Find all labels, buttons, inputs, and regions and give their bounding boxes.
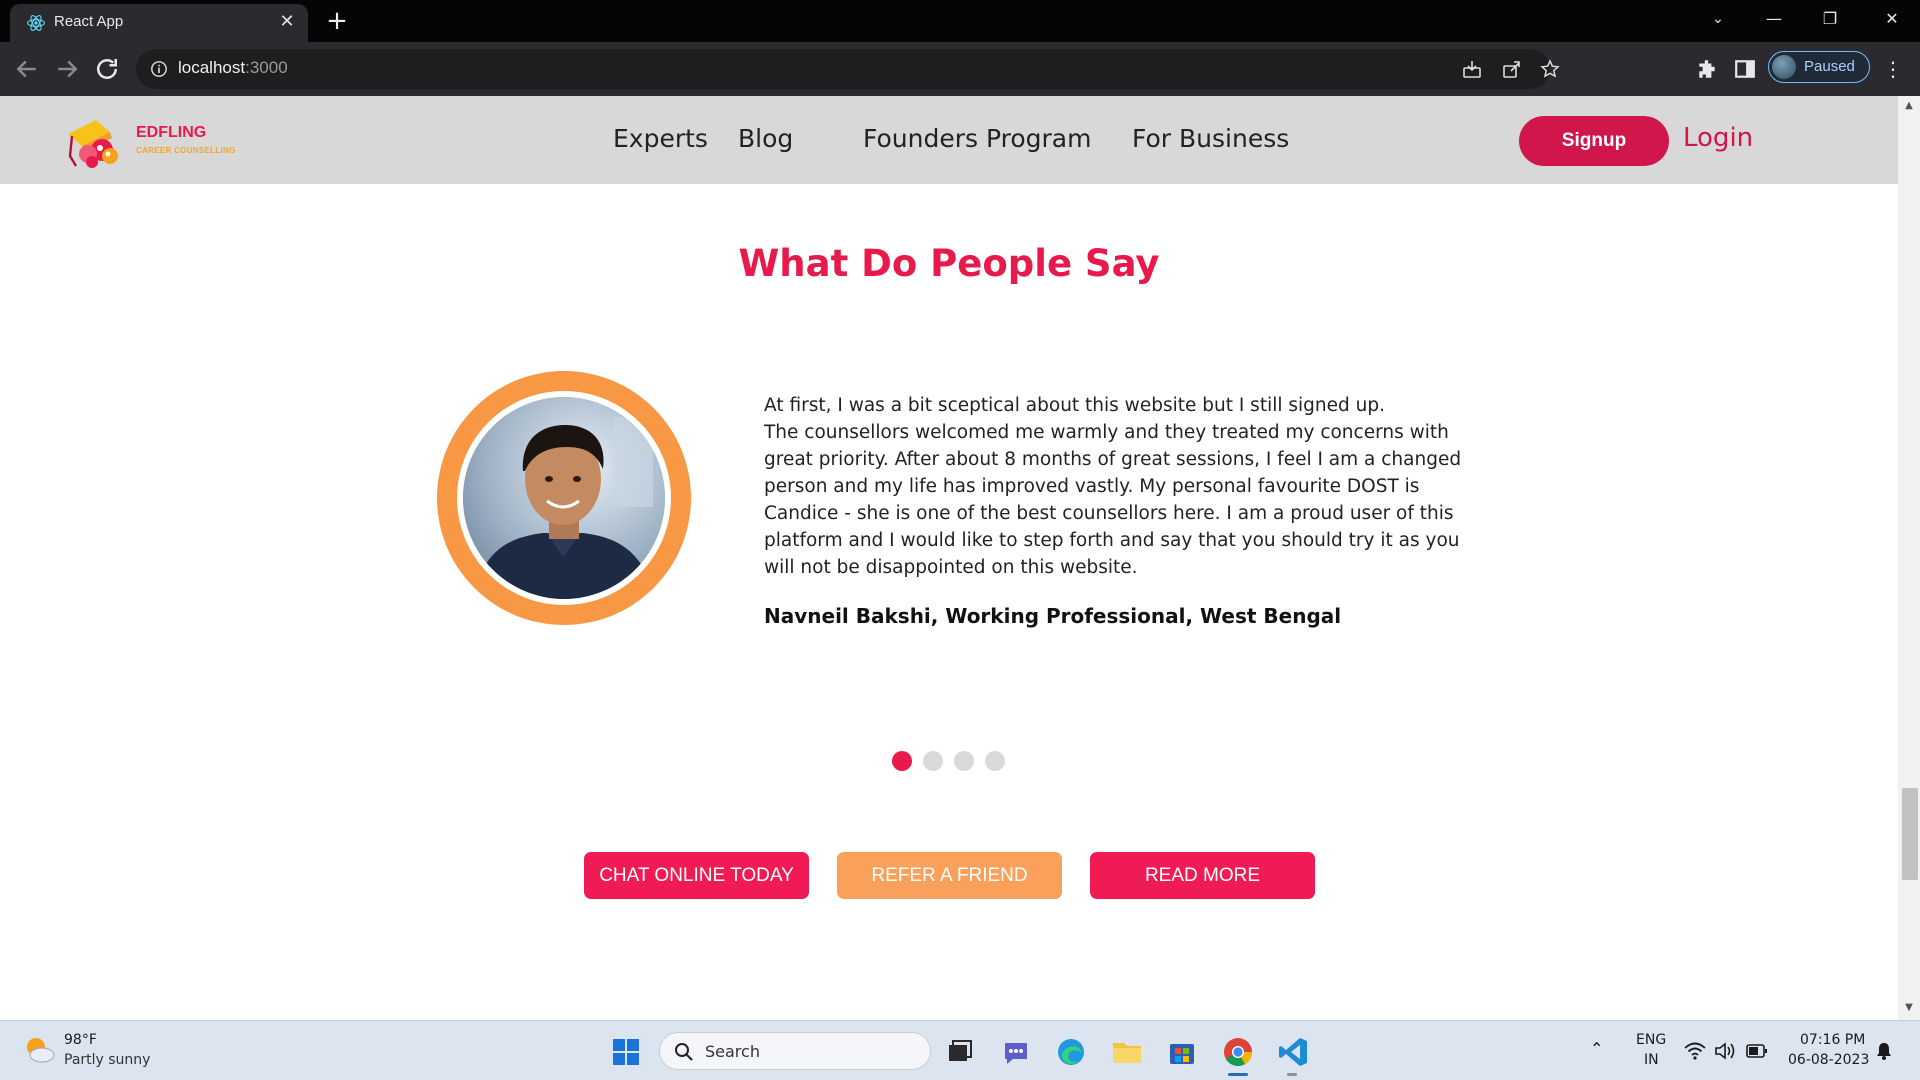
minimize-icon[interactable]: — [1746,0,1802,38]
carousel-dot-1[interactable] [892,751,912,771]
notification-bell-icon[interactable] [1874,1041,1894,1061]
weather-sun-cloud-icon[interactable] [22,1033,56,1067]
signup-button[interactable]: Signup [1519,116,1669,166]
language-top[interactable]: ENG [1636,1032,1666,1048]
chrome-icon[interactable] [1221,1035,1255,1069]
profile-button[interactable]: Paused [1768,51,1870,83]
carousel-dot-2[interactable] [923,751,943,771]
teams-chat-icon[interactable] [999,1035,1033,1069]
tab-title: React App [54,13,124,30]
testimonial-photo [463,397,665,599]
language-bottom[interactable]: IN [1644,1052,1659,1068]
back-icon[interactable] [12,54,42,84]
task-view-icon[interactable] [943,1035,977,1069]
chrome-running-indicator [1228,1073,1248,1076]
chat-online-button[interactable]: CHAT ONLINE TODAY [584,852,809,899]
scroll-up-icon[interactable]: ▲ [1903,100,1915,112]
avatar-border [457,391,671,605]
windows-start-icon[interactable] [609,1035,643,1069]
close-tab-icon[interactable]: ✕ [276,11,298,33]
carousel-dot-3[interactable] [954,751,974,771]
nav-blog[interactable]: Blog [738,124,793,153]
weather-description: Partly sunny [64,1052,151,1068]
quote-first-line: At first, I was a bit sceptical about th… [764,395,1385,416]
wifi-icon[interactable] [1684,1041,1706,1061]
close-window-icon[interactable]: ✕ [1864,0,1920,38]
browser-toolbar: localhost:3000 Paused ⋮ [0,42,1920,96]
taskbar-search[interactable]: Search [659,1032,931,1070]
profile-status: Paused [1804,58,1855,75]
browser-tab-bar: React App ✕ + ⌄ — ❐ ✕ [0,0,1920,42]
edge-icon[interactable] [1054,1035,1088,1069]
brand-name: EDFLING [136,124,207,141]
reload-icon[interactable] [92,54,122,84]
nav-experts[interactable]: Experts [613,124,708,153]
share-icon[interactable] [1502,59,1522,79]
vscode-icon[interactable] [1276,1035,1310,1069]
forward-icon[interactable] [52,54,82,84]
volume-icon[interactable] [1714,1041,1736,1061]
quote-body: The counsellors welcomed me warmly and t… [764,422,1462,578]
edfling-logo[interactable] [62,114,132,170]
site-header: EDFLING CAREER COUNSELLING Experts Blog … [0,96,1898,184]
windows-taskbar: 98°F Partly sunny Search ⌃ ENG IN 07:16 … [0,1020,1920,1080]
nav-for-business[interactable]: For Business [1132,124,1289,153]
tab-search-icon[interactable]: ⌄ [1690,0,1746,38]
address-bar[interactable]: localhost:3000 [136,49,1560,89]
microsoft-store-icon[interactable] [1165,1035,1199,1069]
scroll-down-icon[interactable]: ▼ [1903,1002,1915,1014]
search-placeholder: Search [705,1042,760,1061]
browser-tab[interactable]: React App ✕ [10,4,308,42]
react-icon [27,15,45,31]
more-menu-icon[interactable]: ⋮ [1883,58,1903,80]
page-scrollbar[interactable] [1898,96,1920,1020]
site-info-icon[interactable] [150,60,168,78]
read-more-button[interactable]: READ MORE [1090,852,1315,899]
url-text: localhost:3000 [178,58,288,77]
side-panel-icon[interactable] [1734,58,1756,80]
avatar [1772,55,1796,79]
new-tab-icon[interactable]: + [322,7,352,37]
person-photo-icon [463,397,665,599]
file-explorer-icon[interactable] [1110,1035,1144,1069]
extensions-icon[interactable] [1696,58,1718,80]
clock-date[interactable]: 06-08-2023 [1788,1052,1869,1068]
nav-founders-program[interactable]: Founders Program [863,124,1091,153]
carousel-dot-4[interactable] [985,751,1005,771]
restore-icon[interactable]: ❐ [1802,0,1858,38]
search-icon [675,1043,693,1061]
bookmark-star-icon[interactable] [1540,59,1560,79]
install-icon[interactable] [1462,59,1482,79]
testimonial-avatar-ring [437,371,691,625]
battery-icon[interactable] [1746,1043,1768,1059]
brand-tagline: CAREER COUNSELLING [136,146,236,155]
scrollbar-thumb[interactable] [1902,788,1918,880]
clock-time[interactable]: 07:16 PM [1800,1032,1865,1048]
testimonial-author: Navneil Bakshi, Working Professional, We… [764,604,1342,628]
refer-friend-button[interactable]: REFER A FRIEND [837,852,1062,899]
section-title: What Do People Say [738,242,1160,285]
testimonial-quote: At first, I was a bit sceptical about th… [764,392,1492,581]
tray-overflow-icon[interactable]: ⌃ [1590,1039,1603,1058]
vscode-running-indicator [1287,1073,1297,1076]
weather-temperature: 98°F [64,1032,97,1048]
login-link[interactable]: Login [1683,123,1753,153]
